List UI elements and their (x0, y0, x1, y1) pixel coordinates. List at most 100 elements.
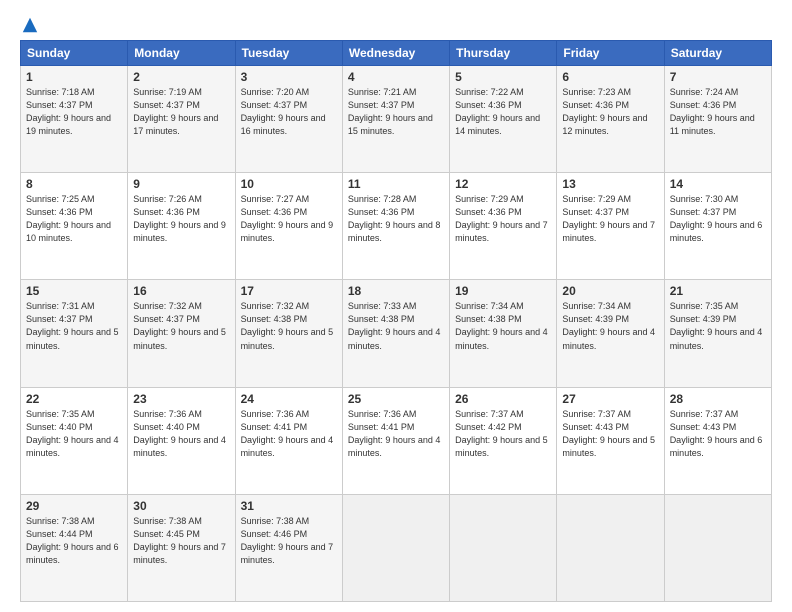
day-number: 18 (348, 284, 444, 298)
calendar-cell: 25Sunrise: 7:36 AM Sunset: 4:41 PM Dayli… (342, 387, 449, 494)
calendar-cell: 21Sunrise: 7:35 AM Sunset: 4:39 PM Dayli… (664, 280, 771, 387)
calendar-header-saturday: Saturday (664, 41, 771, 66)
day-number: 5 (455, 70, 551, 84)
calendar-cell (664, 494, 771, 601)
calendar-cell: 18 Sunrise: 7:33 AM Sunset: 4:38 PM Dayli… (342, 280, 449, 387)
day-detail: Sunrise: 7:36 AM Sunset: 4:40 PM Dayligh… (133, 408, 229, 460)
day-detail: Sunrise: 7:37 AM Sunset: 4:42 PM Dayligh… (455, 408, 551, 460)
calendar-header-friday: Friday (557, 41, 664, 66)
logo-icon (21, 16, 39, 34)
calendar-week-1: 1 Sunrise: 7:18 AM Sunset: 4:37 PM Daylig… (21, 66, 772, 173)
calendar-week-5: 29 Sunrise: 7:38 AM Sunset: 4:44 PM Dayli… (21, 494, 772, 601)
calendar-cell: 26 Sunrise: 7:37 AM Sunset: 4:42 PM Dayli… (450, 387, 557, 494)
day-detail: Sunrise: 7:25 AM Sunset: 4:36 PM Dayligh… (26, 193, 122, 245)
calendar-cell: 6 Sunrise: 7:23 AM Sunset: 4:36 PM Daylig… (557, 66, 664, 173)
calendar-cell: 12 Sunrise: 7:29 AM Sunset: 4:36 PM Dayli… (450, 173, 557, 280)
day-number: 28 (670, 392, 766, 406)
calendar-cell: 14Sunrise: 7:30 AM Sunset: 4:37 PM Dayli… (664, 173, 771, 280)
day-number: 6 (562, 70, 658, 84)
day-number: 1 (26, 70, 122, 84)
day-number: 21 (670, 284, 766, 298)
day-detail: Sunrise: 7:23 AM Sunset: 4:36 PM Dayligh… (562, 86, 658, 138)
day-number: 8 (26, 177, 122, 191)
day-number: 26 (455, 392, 551, 406)
day-number: 4 (348, 70, 444, 84)
calendar-cell: 1 Sunrise: 7:18 AM Sunset: 4:37 PM Daylig… (21, 66, 128, 173)
day-number: 12 (455, 177, 551, 191)
calendar-cell (450, 494, 557, 601)
day-number: 16 (133, 284, 229, 298)
day-detail: Sunrise: 7:38 AM Sunset: 4:44 PM Dayligh… (26, 515, 122, 567)
calendar-cell: 3 Sunrise: 7:20 AM Sunset: 4:37 PM Daylig… (235, 66, 342, 173)
day-number: 22 (26, 392, 122, 406)
calendar-header-tuesday: Tuesday (235, 41, 342, 66)
calendar-cell: 29 Sunrise: 7:38 AM Sunset: 4:44 PM Dayli… (21, 494, 128, 601)
day-detail: Sunrise: 7:34 AM Sunset: 4:38 PM Dayligh… (455, 300, 551, 352)
calendar-cell (342, 494, 449, 601)
day-detail: Sunrise: 7:30 AM Sunset: 4:37 PM Dayligh… (670, 193, 766, 245)
day-number: 13 (562, 177, 658, 191)
day-number: 23 (133, 392, 229, 406)
calendar-cell: 8 Sunrise: 7:25 AM Sunset: 4:36 PM Daylig… (21, 173, 128, 280)
calendar-week-3: 15 Sunrise: 7:31 AM Sunset: 4:37 PM Dayli… (21, 280, 772, 387)
calendar-header-row: SundayMondayTuesdayWednesdayThursdayFrid… (21, 41, 772, 66)
day-detail: Sunrise: 7:21 AM Sunset: 4:37 PM Dayligh… (348, 86, 444, 138)
calendar-cell: 24 Sunrise: 7:36 AM Sunset: 4:41 PM Dayli… (235, 387, 342, 494)
calendar-cell: 17 Sunrise: 7:32 AM Sunset: 4:38 PM Dayli… (235, 280, 342, 387)
calendar-cell: 23 Sunrise: 7:36 AM Sunset: 4:40 PM Dayli… (128, 387, 235, 494)
day-detail: Sunrise: 7:31 AM Sunset: 4:37 PM Dayligh… (26, 300, 122, 352)
calendar-header-sunday: Sunday (21, 41, 128, 66)
day-number: 29 (26, 499, 122, 513)
day-detail: Sunrise: 7:36 AM Sunset: 4:41 PM Dayligh… (241, 408, 337, 460)
day-number: 15 (26, 284, 122, 298)
calendar-cell: 20Sunrise: 7:34 AM Sunset: 4:39 PM Dayli… (557, 280, 664, 387)
calendar-cell: 9 Sunrise: 7:26 AM Sunset: 4:36 PM Daylig… (128, 173, 235, 280)
day-detail: Sunrise: 7:18 AM Sunset: 4:37 PM Dayligh… (26, 86, 122, 138)
calendar-cell: 2Sunrise: 7:19 AM Sunset: 4:37 PM Daylig… (128, 66, 235, 173)
day-detail: Sunrise: 7:24 AM Sunset: 4:36 PM Dayligh… (670, 86, 766, 138)
day-detail: Sunrise: 7:28 AM Sunset: 4:36 PM Dayligh… (348, 193, 444, 245)
day-number: 10 (241, 177, 337, 191)
day-detail: Sunrise: 7:32 AM Sunset: 4:37 PM Dayligh… (133, 300, 229, 352)
logo (20, 16, 39, 30)
day-number: 3 (241, 70, 337, 84)
calendar-cell: 7 Sunrise: 7:24 AM Sunset: 4:36 PM Daylig… (664, 66, 771, 173)
day-detail: Sunrise: 7:19 AM Sunset: 4:37 PM Dayligh… (133, 86, 229, 138)
day-number: 7 (670, 70, 766, 84)
day-number: 9 (133, 177, 229, 191)
day-detail: Sunrise: 7:29 AM Sunset: 4:37 PM Dayligh… (562, 193, 658, 245)
header (20, 16, 772, 30)
day-detail: Sunrise: 7:33 AM Sunset: 4:38 PM Dayligh… (348, 300, 444, 352)
day-detail: Sunrise: 7:26 AM Sunset: 4:36 PM Dayligh… (133, 193, 229, 245)
day-detail: Sunrise: 7:27 AM Sunset: 4:36 PM Dayligh… (241, 193, 337, 245)
day-number: 17 (241, 284, 337, 298)
day-detail: Sunrise: 7:37 AM Sunset: 4:43 PM Dayligh… (562, 408, 658, 460)
calendar-cell (557, 494, 664, 601)
calendar-header-wednesday: Wednesday (342, 41, 449, 66)
day-number: 19 (455, 284, 551, 298)
calendar-header-monday: Monday (128, 41, 235, 66)
day-number: 24 (241, 392, 337, 406)
calendar-week-2: 8 Sunrise: 7:25 AM Sunset: 4:36 PM Daylig… (21, 173, 772, 280)
day-detail: Sunrise: 7:37 AM Sunset: 4:43 PM Dayligh… (670, 408, 766, 460)
calendar-cell: 11 Sunrise: 7:28 AM Sunset: 4:36 PM Dayli… (342, 173, 449, 280)
day-number: 11 (348, 177, 444, 191)
day-number: 30 (133, 499, 229, 513)
logo-text (20, 16, 39, 34)
day-number: 27 (562, 392, 658, 406)
day-detail: Sunrise: 7:36 AM Sunset: 4:41 PM Dayligh… (348, 408, 444, 460)
day-detail: Sunrise: 7:22 AM Sunset: 4:36 PM Dayligh… (455, 86, 551, 138)
day-detail: Sunrise: 7:20 AM Sunset: 4:37 PM Dayligh… (241, 86, 337, 138)
calendar-cell: 31Sunrise: 7:38 AM Sunset: 4:46 PM Dayli… (235, 494, 342, 601)
calendar-cell: 19 Sunrise: 7:34 AM Sunset: 4:38 PM Dayli… (450, 280, 557, 387)
day-detail: Sunrise: 7:38 AM Sunset: 4:45 PM Dayligh… (133, 515, 229, 567)
day-detail: Sunrise: 7:32 AM Sunset: 4:38 PM Dayligh… (241, 300, 337, 352)
calendar-cell: 27 Sunrise: 7:37 AM Sunset: 4:43 PM Dayli… (557, 387, 664, 494)
calendar-cell: 30 Sunrise: 7:38 AM Sunset: 4:45 PM Dayli… (128, 494, 235, 601)
page: SundayMondayTuesdayWednesdayThursdayFrid… (0, 0, 792, 612)
day-number: 20 (562, 284, 658, 298)
calendar-week-4: 22 Sunrise: 7:35 AM Sunset: 4:40 PM Dayli… (21, 387, 772, 494)
calendar-cell: 28 Sunrise: 7:37 AM Sunset: 4:43 PM Dayli… (664, 387, 771, 494)
day-detail: Sunrise: 7:35 AM Sunset: 4:40 PM Dayligh… (26, 408, 122, 460)
day-detail: Sunrise: 7:29 AM Sunset: 4:36 PM Dayligh… (455, 193, 551, 245)
